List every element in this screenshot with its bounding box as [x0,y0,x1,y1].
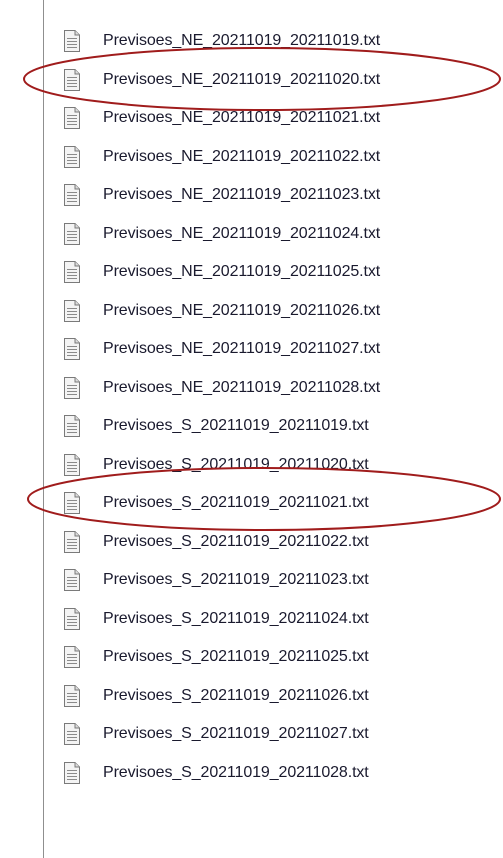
file-name: Previsoes_S_20211019_20211021.txt [103,494,369,512]
text-file-icon [63,106,81,130]
file-name: Previsoes_S_20211019_20211026.txt [103,686,369,704]
file-name: Previsoes_NE_20211019_20211024.txt [103,224,381,242]
text-file-icon [63,607,81,631]
text-file-icon [63,722,81,746]
file-item[interactable]: Previsoes_S_20211019_20211026.txt [63,677,380,716]
text-file-icon [63,376,81,400]
text-file-icon [63,414,81,438]
file-item[interactable]: Previsoes_NE_20211019_20211024.txt [63,215,380,254]
file-item[interactable]: Previsoes_NE_20211019_20211019.txt [63,22,380,61]
text-file-icon [63,684,81,708]
file-item[interactable]: Previsoes_NE_20211019_20211025.txt [63,253,380,292]
file-item[interactable]: Previsoes_NE_20211019_20211020.txt [63,61,380,100]
text-file-icon [63,568,81,592]
text-file-icon [63,530,81,554]
file-item[interactable]: Previsoes_S_20211019_20211021.txt [63,484,380,523]
file-item[interactable]: Previsoes_S_20211019_20211025.txt [63,638,380,677]
file-item[interactable]: Previsoes_NE_20211019_20211028.txt [63,369,380,408]
file-item[interactable]: Previsoes_S_20211019_20211022.txt [63,523,380,562]
text-file-icon [63,337,81,361]
file-item[interactable]: Previsoes_S_20211019_20211024.txt [63,600,380,639]
file-item[interactable]: Previsoes_NE_20211019_20211021.txt [63,99,380,138]
file-list: Previsoes_NE_20211019_20211019.txt Previ… [63,22,380,792]
file-name: Previsoes_NE_20211019_20211026.txt [103,301,381,319]
file-item[interactable]: Previsoes_S_20211019_20211023.txt [63,561,380,600]
pane-left-border [43,0,44,858]
text-file-icon [63,299,81,323]
text-file-icon [63,491,81,515]
file-name: Previsoes_NE_20211019_20211022.txt [103,147,381,165]
file-item[interactable]: Previsoes_NE_20211019_20211026.txt [63,292,380,331]
file-item[interactable]: Previsoes_S_20211019_20211027.txt [63,715,380,754]
file-name: Previsoes_NE_20211019_20211020.txt [103,70,381,88]
file-name: Previsoes_S_20211019_20211028.txt [103,763,369,781]
file-name: Previsoes_NE_20211019_20211021.txt [103,109,381,127]
text-file-icon [63,222,81,246]
file-item[interactable]: Previsoes_S_20211019_20211019.txt [63,407,380,446]
file-item[interactable]: Previsoes_NE_20211019_20211027.txt [63,330,380,369]
file-name: Previsoes_S_20211019_20211025.txt [103,648,369,666]
file-item[interactable]: Previsoes_NE_20211019_20211023.txt [63,176,380,215]
text-file-icon [63,453,81,477]
file-name: Previsoes_NE_20211019_20211023.txt [103,186,381,204]
file-item[interactable]: Previsoes_S_20211019_20211020.txt [63,446,380,485]
file-name: Previsoes_S_20211019_20211027.txt [103,725,369,743]
file-name: Previsoes_S_20211019_20211020.txt [103,455,369,473]
text-file-icon [63,68,81,92]
file-name: Previsoes_NE_20211019_20211027.txt [103,340,381,358]
text-file-icon [63,761,81,785]
file-name: Previsoes_S_20211019_20211019.txt [103,417,369,435]
text-file-icon [63,29,81,53]
text-file-icon [63,260,81,284]
file-name: Previsoes_S_20211019_20211024.txt [103,609,369,627]
file-name: Previsoes_NE_20211019_20211028.txt [103,378,381,396]
text-file-icon [63,183,81,207]
file-item[interactable]: Previsoes_S_20211019_20211028.txt [63,754,380,793]
text-file-icon [63,145,81,169]
file-name: Previsoes_NE_20211019_20211019.txt [103,32,381,50]
text-file-icon [63,645,81,669]
file-name: Previsoes_NE_20211019_20211025.txt [103,263,381,281]
file-name: Previsoes_S_20211019_20211023.txt [103,571,369,589]
file-name: Previsoes_S_20211019_20211022.txt [103,532,369,550]
file-item[interactable]: Previsoes_NE_20211019_20211022.txt [63,138,380,177]
